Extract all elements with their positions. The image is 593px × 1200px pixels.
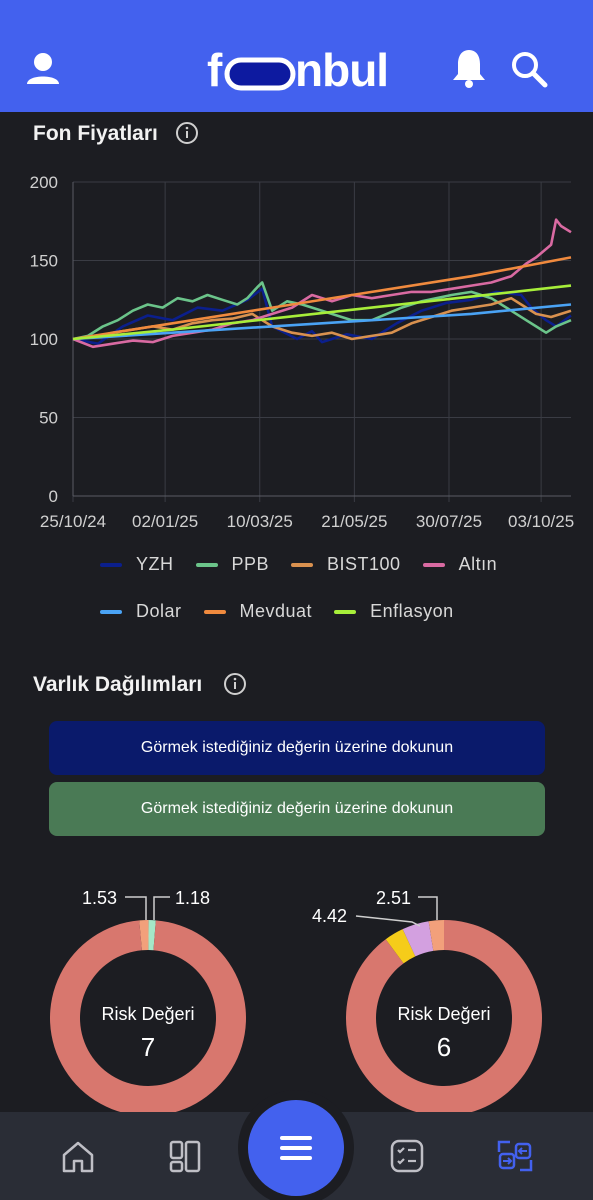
legend-swatch — [195, 562, 218, 567]
legend-item[interactable]: PPB — [195, 554, 270, 575]
y-tick-label: 100 — [30, 330, 58, 349]
x-tick-label: 30/07/25 — [416, 512, 482, 531]
leader-line — [418, 896, 438, 920]
legend-item[interactable]: Altın — [422, 554, 498, 575]
leader-line — [355, 915, 421, 927]
y-tick-label: 200 — [30, 173, 58, 192]
user-icon[interactable] — [24, 50, 62, 88]
legend-swatch — [203, 609, 226, 614]
legend-swatch — [422, 562, 445, 567]
home-icon[interactable] — [60, 1138, 96, 1174]
donut-1-slice-label: 1.18 — [175, 888, 211, 908]
legend-label: PPB — [231, 554, 270, 574]
donut-2-slice-label: 2.51 — [376, 888, 412, 908]
dashboard-icon[interactable] — [167, 1138, 203, 1174]
leader-line — [153, 896, 170, 920]
x-tick-label: 03/10/25 — [508, 512, 574, 531]
legend-label: Enflasyon — [370, 601, 454, 621]
x-tick-label: 02/01/25 — [132, 512, 198, 531]
donut-1-slice-label: 1.53 — [82, 888, 118, 908]
prices-section-title: Fon Fiyatları — [33, 122, 158, 145]
legend-row-1: YZH PPB BIST100 Altın — [100, 554, 519, 575]
search-icon[interactable] — [510, 50, 548, 88]
fund-price-chart[interactable]: 0 50 100 150 200 25/10/24 02/01/25 10/03/25 21/0… — [0, 160, 593, 540]
x-tick-label: 10/03/25 — [227, 512, 293, 531]
allocation-section-title: Varlık Dağılımları — [33, 673, 203, 696]
info-icon[interactable] — [175, 121, 199, 150]
legend-swatch — [334, 609, 357, 614]
menu-button[interactable] — [248, 1100, 344, 1196]
legend-label: YZH — [136, 554, 174, 574]
legend-item[interactable]: YZH — [100, 554, 174, 575]
legend-label: Dolar — [136, 601, 182, 621]
y-tick-label: 50 — [39, 409, 58, 428]
chart-svg: 0 50 100 150 200 25/10/24 02/01/25 10/03/25 21/0… — [30, 173, 575, 531]
leader-line — [125, 896, 147, 920]
svg-text:nbul.: nbul. — [295, 44, 387, 94]
y-tick-label: 0 — [49, 487, 58, 506]
checklist-icon[interactable] — [389, 1138, 425, 1174]
bell-icon[interactable] — [450, 47, 488, 89]
donut-2-slice-label: 4.42 — [312, 906, 348, 926]
x-tick-label: 21/05/25 — [321, 512, 387, 531]
tap-hint-banner-blue[interactable]: Görmek istediğiniz değerin üzerine dokun… — [49, 721, 545, 775]
legend-swatch — [291, 562, 314, 567]
donut-2-value: 6 — [436, 1032, 452, 1062]
top-bar: f nbul. — [0, 0, 593, 112]
legend-item[interactable]: Mevduat — [203, 601, 313, 622]
legend-label: Mevduat — [239, 601, 313, 621]
legend-item[interactable]: Dolar — [100, 601, 182, 622]
legend-label: BIST100 — [327, 554, 401, 574]
donut-1-value: 7 — [140, 1032, 156, 1062]
app-logo: f nbul. — [207, 44, 401, 96]
legend-swatch — [100, 609, 122, 614]
donut-2-title: Risk Değeri — [397, 1004, 491, 1024]
legend-swatch — [100, 562, 122, 567]
legend-item[interactable]: BIST100 — [291, 554, 401, 575]
info-icon[interactable] — [223, 672, 247, 701]
legend-label: Altın — [458, 554, 498, 574]
tap-hint-banner-green[interactable]: Görmek istediğiniz değerin üzerine dokun… — [49, 782, 545, 836]
menu-icon — [280, 1136, 312, 1160]
donut-charts[interactable] — [0, 870, 593, 1130]
donut-1-title: Risk Değeri — [101, 1004, 195, 1024]
x-tick-label: 25/10/24 — [40, 512, 106, 531]
y-tick-label: 150 — [30, 252, 58, 271]
compare-icon[interactable] — [496, 1138, 533, 1174]
legend-row-2: Dolar Mevduat Enflasyon — [100, 601, 476, 622]
legend-item[interactable]: Enflasyon — [334, 601, 454, 622]
svg-text:f: f — [207, 44, 223, 94]
